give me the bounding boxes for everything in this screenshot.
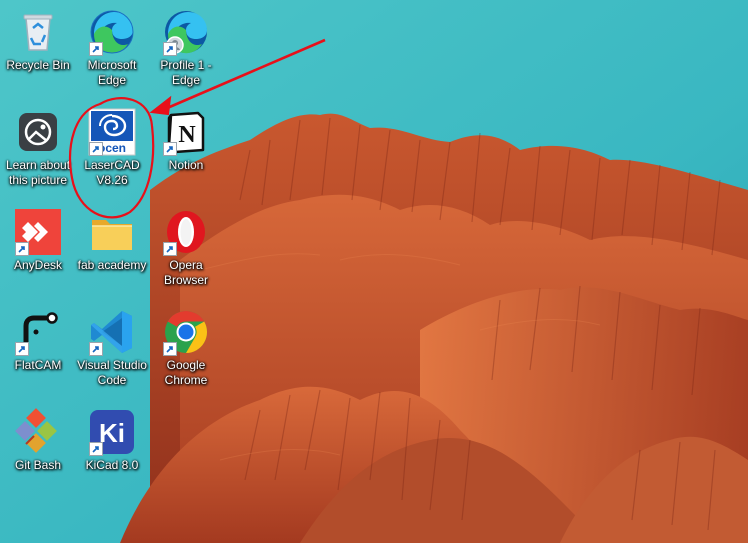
icon-label: Learn about this picture <box>5 158 71 187</box>
icon-label: AnyDesk <box>13 258 63 272</box>
icon-label: Visual Studio Code <box>77 358 147 387</box>
shortcut-arrow-icon <box>163 42 177 56</box>
icon-label: fab academy <box>77 258 147 272</box>
desktop-icon-profile-1-edge[interactable]: Profile 1 - Edge <box>149 0 223 96</box>
desktop-icon-microsoft-edge[interactable]: Microsoft Edge <box>75 0 149 96</box>
icon-label: Google Chrome <box>164 358 208 387</box>
shortcut-arrow-icon <box>89 442 103 456</box>
shortcut-arrow-icon <box>89 42 103 56</box>
icon-label: Notion <box>168 158 204 172</box>
shortcut-arrow-icon <box>15 242 29 256</box>
icon-label: Profile 1 - Edge <box>160 58 212 87</box>
shortcut-arrow-icon <box>163 242 177 256</box>
shortcut-arrow-icon <box>89 342 103 356</box>
desktop-icon-grid: Recycle Bin Microsoft Edge Profile 1 - E… <box>0 0 748 543</box>
desktop-icon-learn-about-this-picture[interactable]: Learn about this picture <box>1 100 75 196</box>
shortcut-arrow-icon <box>89 142 103 156</box>
icon-label: FlatCAM <box>14 358 62 372</box>
folder-icon <box>92 220 132 250</box>
icon-label: KiCad 8.0 <box>85 458 139 472</box>
desktop-icon-lasercad[interactable]: ocen LaserCAD V8.26 <box>75 100 149 196</box>
notion-logo-text: N <box>178 122 196 148</box>
shortcut-arrow-icon <box>15 342 29 356</box>
desktop-icon-recycle-bin[interactable]: Recycle Bin <box>1 0 75 96</box>
shortcut-arrow-icon <box>163 342 177 356</box>
icon-label: Git Bash <box>14 458 62 472</box>
desktop-icon-visual-studio-code[interactable]: Visual Studio Code <box>75 300 149 396</box>
desktop-icon-notion[interactable]: N Notion <box>149 100 223 196</box>
desktop-icon-fab-academy[interactable]: fab academy <box>75 200 149 296</box>
desktop-icon-kicad[interactable]: Ki KiCad 8.0 <box>75 400 149 496</box>
recycle-bin-icon <box>23 14 53 51</box>
icon-label: Recycle Bin <box>6 58 70 72</box>
desktop-icon-anydesk[interactable]: AnyDesk <box>1 200 75 296</box>
icon-label: Microsoft Edge <box>87 58 137 87</box>
desktop-icon-opera-browser[interactable]: Opera Browser <box>149 200 223 296</box>
desktop-icon-flatcam[interactable]: FlatCAM <box>1 300 75 396</box>
icon-label: LaserCAD V8.26 <box>84 158 140 187</box>
desktop-icon-google-chrome[interactable]: Google Chrome <box>149 300 223 396</box>
icon-label: Opera Browser <box>163 258 208 287</box>
git-bash-icon <box>15 408 57 453</box>
desktop-icon-git-bash[interactable]: Git Bash <box>1 400 75 496</box>
camera-icon <box>19 113 57 151</box>
shortcut-arrow-icon <box>163 142 177 156</box>
